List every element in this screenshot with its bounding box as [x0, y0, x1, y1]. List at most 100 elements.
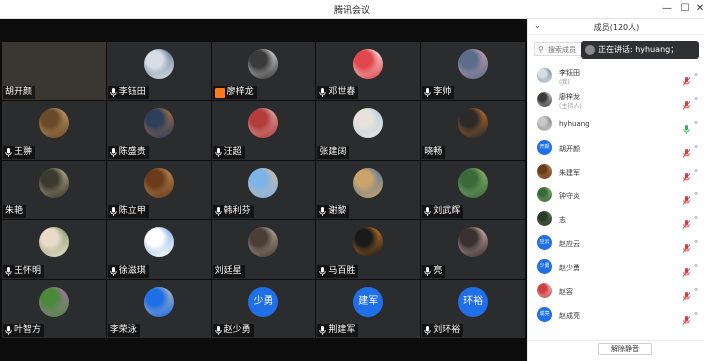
- participant-name: 廖梓龙: [226, 87, 254, 98]
- mic-muted-icon[interactable]: [682, 190, 691, 206]
- member-name: 钟守炎: [559, 192, 580, 201]
- maximize-button[interactable]: ☐: [677, 2, 693, 16]
- participant-nametag: 邓世春: [317, 86, 359, 100]
- participant-nametag: 王翀: [3, 145, 36, 159]
- video-tile[interactable]: 徐滋琪: [106, 220, 211, 279]
- video-tile[interactable]: 陈盛贵: [106, 101, 211, 160]
- video-tile[interactable]: 邓世春: [316, 42, 421, 101]
- more-options-icon[interactable]: ▪: [694, 262, 698, 269]
- mic-muted-icon[interactable]: [682, 214, 691, 230]
- mic-muted-icon[interactable]: [682, 167, 691, 182]
- more-options-icon[interactable]: ▪: [694, 310, 698, 317]
- member-avatar: [537, 163, 552, 179]
- participant-nametag: 汪超: [212, 145, 245, 159]
- member-row[interactable]: 志 ▪: [528, 207, 704, 231]
- mic-muted-icon[interactable]: [682, 238, 691, 254]
- participant-name: 胡开颜: [5, 87, 33, 98]
- member-row[interactable]: 成亮 赵成亮 ▪: [528, 303, 704, 327]
- video-tile[interactable]: 陈立甲: [106, 160, 211, 220]
- member-row[interactable]: hyhuang ▪: [528, 112, 704, 136]
- participant-nametag: 徐滋琪: [107, 264, 149, 278]
- video-tile[interactable]: 汪超: [211, 101, 316, 160]
- mic-icon: [110, 147, 117, 157]
- participant-avatar: [353, 108, 384, 139]
- participant-nametag: 胡开颜: [3, 86, 36, 100]
- unmute-all-button[interactable]: 解除静音: [598, 343, 652, 355]
- video-tile[interactable]: 王翀: [2, 101, 106, 160]
- more-options-icon[interactable]: ▪: [694, 190, 698, 197]
- mic-muted-icon[interactable]: [682, 143, 691, 158]
- more-options-icon[interactable]: ▪: [694, 286, 698, 293]
- participant-nametag: 晓畅: [422, 145, 446, 159]
- participant-nametag: 亮: [422, 264, 446, 278]
- member-avatar: [537, 187, 552, 203]
- participant-name: 王翀: [14, 146, 33, 157]
- participant-name: 汪超: [223, 146, 242, 157]
- participant-avatar: [38, 167, 69, 198]
- video-tile[interactable]: 马百胜: [316, 220, 421, 279]
- video-tile[interactable]: 刘武辉: [421, 160, 525, 220]
- video-tile[interactable]: 亮: [421, 220, 525, 279]
- more-options-icon[interactable]: ▪: [694, 214, 698, 221]
- members-panel: ⌄ 成员(120人) ⚲ 正在讲话: hyhuang； 李钰田(我)▪廖梓龙(主…: [527, 19, 704, 361]
- video-tile[interactable]: 王怀明: [2, 220, 106, 279]
- mic-muted-icon[interactable]: [682, 310, 691, 325]
- more-options-icon[interactable]: ▪: [694, 71, 698, 78]
- video-tile[interactable]: 叶智方: [2, 279, 106, 338]
- member-row[interactable]: 开颜 胡开颜 ▪: [528, 136, 704, 160]
- participant-avatar: [353, 227, 384, 258]
- member-name: 赵少勇: [559, 264, 580, 273]
- video-tile[interactable]: 环裕 刘环裕: [421, 279, 525, 338]
- window-title: 腾讯会议: [333, 6, 370, 16]
- speaking-tooltip: 正在讲话: hyhuang；: [581, 41, 699, 59]
- mic-on-icon[interactable]: [683, 119, 690, 134]
- video-tile[interactable]: 晓畅: [421, 101, 525, 160]
- more-options-icon[interactable]: ▪: [694, 143, 698, 150]
- mic-icon: [214, 147, 222, 157]
- member-avatar: 成亮: [537, 306, 552, 322]
- member-row[interactable]: 李钰田 (我) ▪: [528, 64, 704, 88]
- participant-name: 韩利芬: [223, 206, 251, 217]
- more-options-icon[interactable]: ▪: [694, 167, 698, 174]
- more-options-icon[interactable]: ▪: [694, 119, 698, 126]
- participant-nametag: 赵少勇: [212, 324, 254, 337]
- video-tile[interactable]: 朱艳: [2, 160, 106, 220]
- mic-icon: [319, 88, 326, 98]
- video-tile[interactable]: 张建阔: [316, 101, 421, 160]
- participant-nametag: 陈立甲: [107, 205, 149, 219]
- minimize-button[interactable]: —: [659, 2, 675, 16]
- video-tile[interactable]: 韩利芬: [211, 160, 316, 220]
- video-tile[interactable]: 李荣泳: [106, 279, 211, 338]
- member-row[interactable]: 赵容 ▪: [528, 279, 704, 303]
- member-role: (我): [559, 79, 570, 86]
- participant-avatar: [458, 227, 489, 258]
- video-tile[interactable]: 谢黎: [316, 160, 421, 220]
- members-footer: 解除静音: [528, 340, 704, 361]
- member-row[interactable]: 廖梓龙 (主持人) ▪: [528, 88, 704, 112]
- mic-muted-icon[interactable]: [682, 95, 691, 110]
- video-tile[interactable]: 李钰田: [106, 42, 211, 101]
- close-button[interactable]: ✕: [692, 2, 704, 16]
- mic-muted-icon[interactable]: [682, 262, 691, 277]
- video-tile[interactable]: 胡开颜: [2, 42, 106, 101]
- more-options-icon[interactable]: ▪: [694, 95, 698, 102]
- video-tile[interactable]: 李帅: [421, 42, 525, 101]
- participant-nametag: 李帅: [422, 86, 455, 100]
- participant-name: 叶智方: [14, 325, 42, 335]
- member-row[interactable]: 应云 赵应云 ▪: [528, 231, 704, 255]
- member-row[interactable]: 少勇 赵少勇 ▪: [528, 255, 704, 279]
- search-icon: ⚲: [538, 45, 544, 54]
- mic-muted-icon[interactable]: [682, 71, 691, 86]
- participant-nametag: 廖梓龙: [212, 86, 257, 100]
- member-row[interactable]: 钟守炎 ▪: [528, 183, 704, 207]
- more-options-icon[interactable]: ▪: [694, 238, 698, 245]
- participant-avatar: [143, 227, 174, 258]
- video-tile[interactable]: 刘廷星: [211, 220, 316, 279]
- video-tile[interactable]: 廖梓龙: [211, 42, 316, 101]
- mic-muted-icon[interactable]: [682, 286, 691, 301]
- participant-avatar: [143, 108, 174, 139]
- video-tile[interactable]: 建军 荆建军: [316, 279, 421, 338]
- member-row[interactable]: 朱建军 ▪: [528, 160, 704, 184]
- video-tile[interactable]: 少勇 赵少勇: [211, 279, 316, 338]
- participant-name: 刘廷星: [214, 265, 242, 276]
